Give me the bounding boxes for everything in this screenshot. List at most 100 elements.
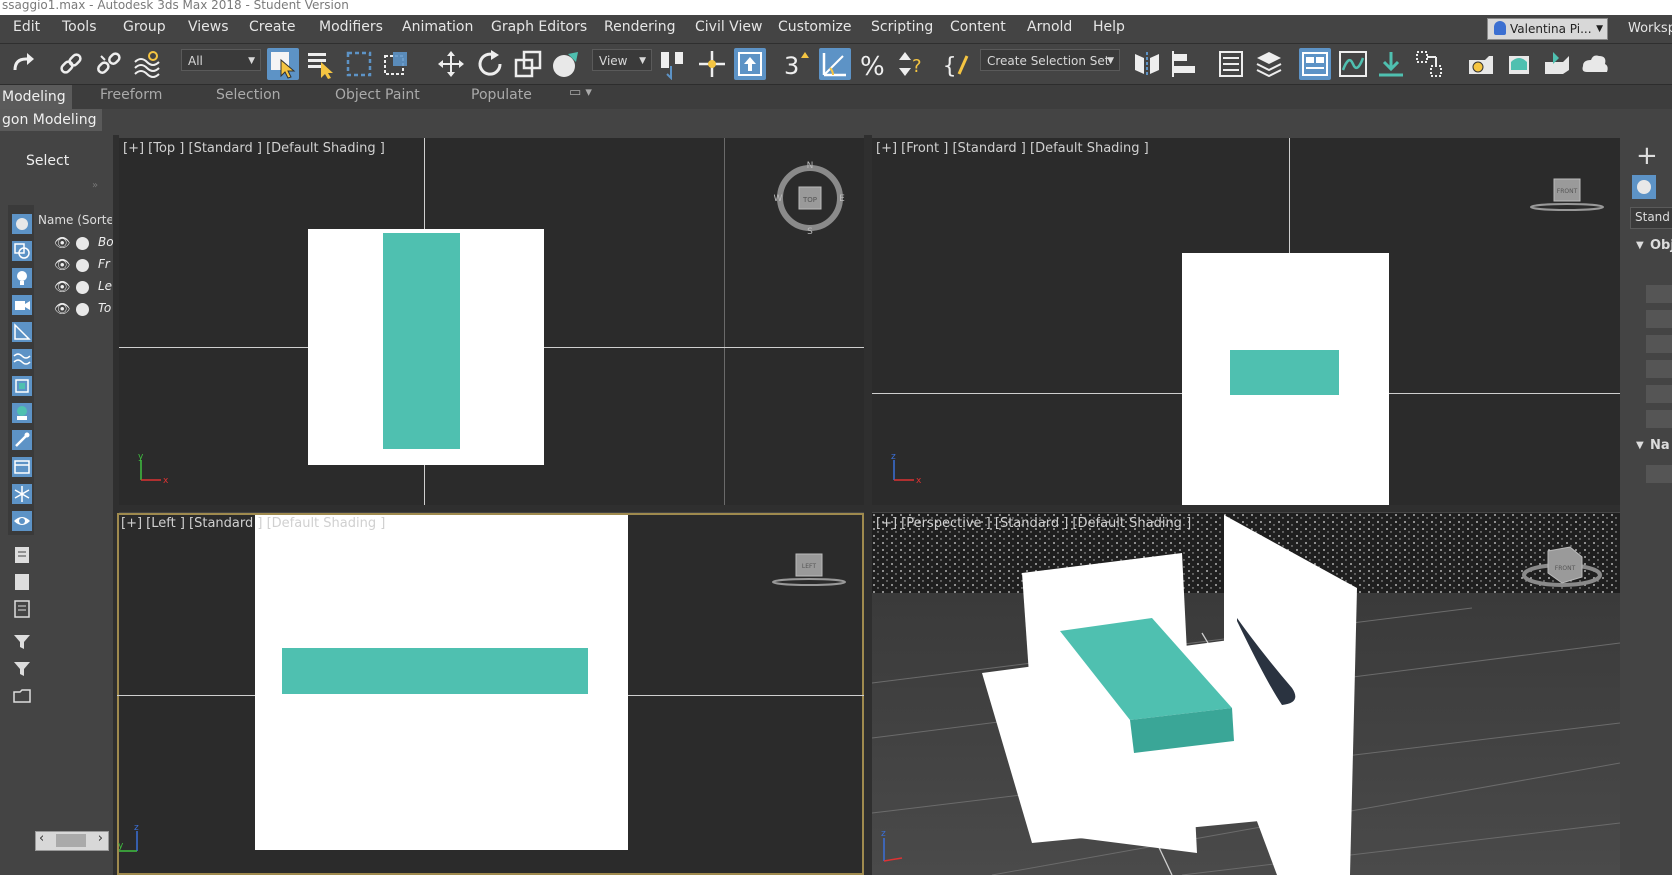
viewport-front[interactable]: FRONT zx [+] [Front ] [Standard ] [Defau… bbox=[872, 138, 1620, 505]
display-lights-icon[interactable] bbox=[12, 268, 32, 288]
unlink-icon[interactable] bbox=[93, 48, 125, 80]
reference-coordinate-dropdown[interactable]: View ▼ bbox=[592, 49, 652, 71]
object-type-button[interactable] bbox=[1646, 385, 1672, 403]
visibility-eye-icon[interactable]: 👁 bbox=[54, 258, 71, 273]
snaps-toggle-icon[interactable]: 3 bbox=[781, 48, 813, 80]
folder-icon[interactable] bbox=[12, 686, 32, 706]
move-icon[interactable] bbox=[435, 48, 467, 80]
create-tab-plus-icon[interactable]: + bbox=[1636, 141, 1658, 171]
workspace-label[interactable]: Worksp bbox=[1628, 21, 1672, 36]
ribbon-subtab-polygon-modeling[interactable]: gon Modeling bbox=[0, 109, 103, 131]
select-object-icon[interactable] bbox=[267, 48, 299, 80]
named-selection-set-dropdown[interactable]: Create Selection Set ▼ bbox=[980, 49, 1120, 71]
scene-object-row[interactable]: 👁 Le bbox=[54, 277, 112, 297]
scroll-thumb[interactable] bbox=[56, 834, 86, 847]
visibility-eye-icon[interactable]: 👁 bbox=[54, 236, 71, 251]
display-all-icon[interactable] bbox=[12, 545, 32, 565]
menu-help[interactable]: Help bbox=[1093, 19, 1125, 35]
select-by-name-icon[interactable] bbox=[305, 48, 337, 80]
angle-snap-icon[interactable] bbox=[819, 48, 851, 80]
freeze-dot-icon[interactable] bbox=[76, 281, 89, 294]
freeze-dot-icon[interactable] bbox=[76, 237, 89, 250]
keyboard-shortcut-override-icon[interactable] bbox=[734, 48, 766, 80]
viewport-label-front[interactable]: [+] [Front ] [Standard ] [Default Shadin… bbox=[876, 141, 1149, 156]
scene-explorer-name-column[interactable]: Name (Sorte bbox=[38, 213, 112, 227]
render-setup-icon[interactable] bbox=[1465, 48, 1497, 80]
viewport-label-left[interactable]: [+] [Left ] [Standard ] [Default Shading… bbox=[121, 516, 385, 531]
render-in-cloud-icon[interactable] bbox=[1579, 48, 1611, 80]
edit-named-selection-icon[interactable]: { bbox=[941, 48, 973, 80]
box-object[interactable] bbox=[383, 233, 460, 449]
percent-snap-icon[interactable]: % bbox=[857, 48, 889, 80]
spinner-snap-icon[interactable]: ? bbox=[895, 48, 927, 80]
viewport-label-perspective[interactable]: [+] [Perspective ] [Standard ] [Default … bbox=[876, 516, 1191, 531]
display-frozen-icon[interactable] bbox=[12, 484, 32, 504]
display-containers-icon[interactable] bbox=[12, 457, 32, 477]
menu-rendering[interactable]: Rendering bbox=[604, 19, 676, 35]
object-type-button[interactable] bbox=[1646, 310, 1672, 328]
selection-filter-dropdown[interactable]: All ▼ bbox=[181, 49, 261, 71]
menu-views[interactable]: Views bbox=[188, 19, 229, 35]
object-type-button[interactable] bbox=[1646, 360, 1672, 378]
horizontal-scrollbar[interactable]: ‹ › bbox=[35, 831, 109, 851]
toggle-layer-explorer-icon[interactable] bbox=[1253, 48, 1285, 80]
ribbon-tab-freeform[interactable]: Freeform bbox=[100, 87, 162, 103]
align-icon[interactable] bbox=[1169, 48, 1201, 80]
menu-civil-view[interactable]: Civil View bbox=[695, 19, 762, 35]
menu-modifiers[interactable]: Modifiers bbox=[319, 19, 383, 35]
viewport-left-active[interactable]: LEFT zy [+] [Left ] [Standard ] [Default… bbox=[117, 513, 864, 875]
window-crossing-icon[interactable] bbox=[381, 48, 413, 80]
menu-animation[interactable]: Animation bbox=[402, 19, 473, 35]
rendered-frame-window-icon[interactable] bbox=[1503, 48, 1535, 80]
viewport-label-top[interactable]: [+] [Top ] [Standard ] [Default Shading … bbox=[123, 141, 385, 156]
display-xrefs-icon[interactable] bbox=[12, 403, 32, 423]
freeze-dot-icon[interactable] bbox=[76, 303, 89, 316]
object-type-button[interactable] bbox=[1646, 410, 1672, 428]
box-object[interactable] bbox=[1230, 350, 1339, 395]
display-invert-icon[interactable] bbox=[12, 599, 32, 619]
schematic-view-icon[interactable] bbox=[1375, 48, 1407, 80]
display-none-icon[interactable] bbox=[12, 572, 32, 592]
ribbon-options-icon[interactable]: ▭ ▾ bbox=[569, 85, 592, 100]
redo-icon[interactable] bbox=[8, 48, 40, 80]
mirror-icon[interactable] bbox=[1131, 48, 1163, 80]
display-shapes-icon[interactable] bbox=[12, 241, 32, 261]
name-field[interactable] bbox=[1646, 465, 1672, 483]
object-type-button[interactable] bbox=[1646, 335, 1672, 353]
filter-funnel-icon[interactable] bbox=[12, 632, 32, 652]
expand-chevron-icon[interactable]: » bbox=[92, 180, 98, 191]
geometry-category-icon[interactable] bbox=[1632, 175, 1656, 199]
object-type-button[interactable] bbox=[1646, 285, 1672, 303]
pivot-center-icon[interactable] bbox=[657, 48, 689, 80]
viewport-perspective[interactable]: FRONT z [+] [Perspective ] [Standard ] [… bbox=[872, 513, 1620, 875]
scale-icon[interactable] bbox=[512, 48, 544, 80]
rotate-icon[interactable] bbox=[474, 48, 506, 80]
rectangular-selection-icon[interactable] bbox=[343, 48, 375, 80]
toggle-ribbon-icon[interactable] bbox=[1299, 48, 1331, 80]
display-space-warps-icon[interactable] bbox=[12, 349, 32, 369]
scene-object-row[interactable]: 👁 To bbox=[54, 299, 112, 319]
filter-selected-icon[interactable] bbox=[12, 659, 32, 679]
box-object[interactable] bbox=[282, 648, 588, 694]
scene-explorer-select-menu[interactable]: Select bbox=[26, 153, 69, 169]
ribbon-tab-object-paint[interactable]: Object Paint bbox=[335, 87, 420, 103]
rollout-object-type[interactable]: Obj bbox=[1650, 238, 1672, 253]
menu-edit[interactable]: Edit bbox=[13, 19, 40, 35]
ribbon-tab-selection[interactable]: Selection bbox=[216, 87, 281, 103]
display-groups-icon[interactable] bbox=[12, 376, 32, 396]
display-cameras-icon[interactable] bbox=[12, 295, 32, 315]
object-type-dropdown[interactable]: Stand bbox=[1630, 207, 1672, 229]
viewcube-top[interactable]: TOP N S E W bbox=[774, 160, 846, 236]
rollout-collapse-icon[interactable]: ▼ bbox=[1636, 240, 1644, 251]
place-icon[interactable] bbox=[550, 48, 582, 80]
menu-content[interactable]: Content bbox=[950, 19, 1006, 35]
display-helpers-icon[interactable] bbox=[12, 322, 32, 342]
menu-group[interactable]: Group bbox=[123, 19, 166, 35]
visibility-eye-icon[interactable]: 👁 bbox=[54, 302, 71, 317]
viewcube-front[interactable]: FRONT bbox=[1527, 173, 1607, 213]
toggle-scene-explorer-icon[interactable] bbox=[1215, 48, 1247, 80]
display-bones-icon[interactable] bbox=[12, 430, 32, 450]
scroll-right-icon[interactable]: › bbox=[98, 831, 103, 846]
menu-scripting[interactable]: Scripting bbox=[871, 19, 933, 35]
bind-space-warp-icon[interactable] bbox=[131, 48, 163, 80]
